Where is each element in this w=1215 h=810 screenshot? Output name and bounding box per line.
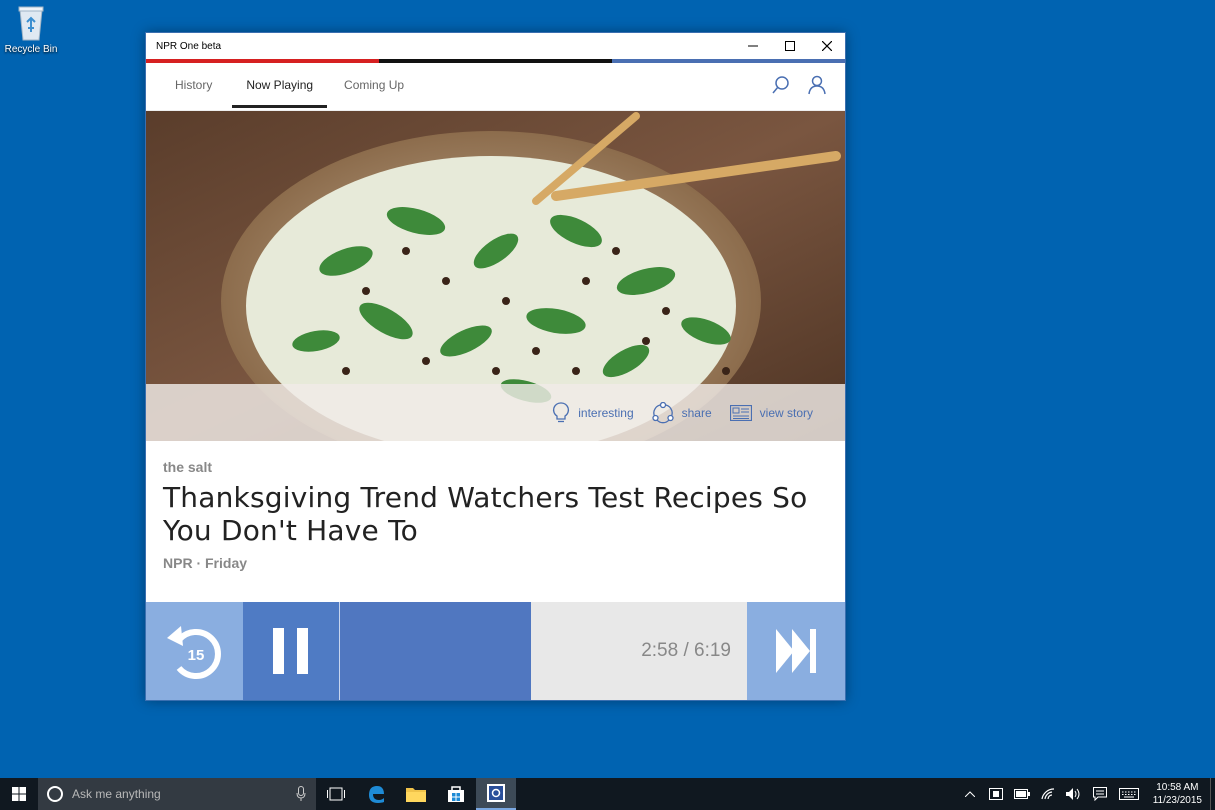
tray-app-button[interactable] xyxy=(983,778,1009,810)
story-image: interesting share view story xyxy=(146,111,845,441)
cortana-icon xyxy=(47,786,63,802)
skip-next-button[interactable] xyxy=(747,602,845,700)
story-info: the salt Thanksgiving Trend Watchers Tes… xyxy=(146,441,845,607)
maximize-icon xyxy=(784,41,795,51)
close-button[interactable] xyxy=(808,33,845,59)
rewind-15-button[interactable]: 15 xyxy=(146,602,243,700)
tab-now-playing[interactable]: Now Playing xyxy=(232,63,327,111)
view-story-label: view story xyxy=(759,405,813,420)
minimize-button[interactable] xyxy=(734,33,771,59)
tab-bar: History Now Playing Coming Up xyxy=(146,63,845,111)
story-action-bar: interesting share view story xyxy=(146,384,845,441)
share-icon xyxy=(651,401,674,423)
keyboard-icon xyxy=(1118,788,1139,800)
share-button[interactable]: share xyxy=(651,401,712,424)
pause-button[interactable] xyxy=(243,602,340,700)
npr-one-window: NPR One beta History Now Playing Coming … xyxy=(145,32,846,701)
skip-forward-icon xyxy=(776,629,816,673)
title-bar: NPR One beta xyxy=(146,33,845,59)
windows-logo-icon xyxy=(12,787,26,801)
chevron-up-icon xyxy=(964,791,975,797)
pause-icon xyxy=(273,628,308,674)
edge-icon xyxy=(369,786,384,803)
clock-time: 10:58 AM xyxy=(1156,782,1199,793)
story-headline: Thanksgiving Trend Watchers Test Recipes… xyxy=(163,481,808,547)
show-hidden-icons-button[interactable] xyxy=(957,778,983,810)
speaker-icon xyxy=(1065,788,1080,800)
progress-fill xyxy=(340,602,531,700)
share-label: share xyxy=(681,405,712,420)
wifi-icon xyxy=(1041,788,1054,800)
view-story-button[interactable]: view story xyxy=(729,404,813,421)
user-account-icon[interactable] xyxy=(807,75,827,95)
rewind-seconds-label: 15 xyxy=(187,647,204,664)
program-name: the salt xyxy=(163,459,213,475)
interesting-label: interesting xyxy=(578,405,634,420)
player-controls: 15 2:58 / 6:19 xyxy=(146,602,845,700)
lightbulb-icon xyxy=(553,401,570,422)
news-article-icon xyxy=(729,404,752,421)
touch-keyboard-button[interactable] xyxy=(1113,778,1145,810)
playback-progress-bar[interactable]: 2:58 / 6:19 xyxy=(340,602,747,700)
npr-one-taskbar-button[interactable] xyxy=(476,778,516,810)
clock[interactable]: 10:58 AM 11/23/2015 xyxy=(1145,781,1210,807)
npr-one-app-icon xyxy=(487,784,505,802)
battery-icon xyxy=(1013,789,1030,799)
action-center-button[interactable] xyxy=(1087,778,1113,810)
power-button[interactable] xyxy=(1009,778,1035,810)
time-display: 2:58 / 6:19 xyxy=(641,640,731,661)
start-button[interactable] xyxy=(0,778,38,810)
cortana-search-box[interactable]: Ask me anything xyxy=(38,778,316,810)
store-bag-icon xyxy=(448,786,464,802)
show-desktop-button[interactable] xyxy=(1210,778,1215,810)
clock-date: 11/23/2015 xyxy=(1152,795,1202,806)
volume-button[interactable] xyxy=(1061,778,1087,810)
recycle-bin-icon xyxy=(15,4,47,42)
taskbar: Ask me anything 10:58 AM 11/23/2015 xyxy=(0,778,1215,810)
window-title: NPR One beta xyxy=(156,40,222,52)
network-button[interactable] xyxy=(1035,778,1061,810)
tray-app-icon xyxy=(988,788,1003,800)
edge-browser-button[interactable] xyxy=(356,778,396,810)
interesting-button[interactable]: interesting xyxy=(552,401,634,424)
microphone-icon[interactable] xyxy=(296,786,306,802)
story-meta: NPR · Friday xyxy=(163,555,248,571)
recycle-bin-shortcut[interactable]: Recycle Bin xyxy=(4,4,58,55)
notification-icon xyxy=(1092,787,1107,801)
store-button[interactable] xyxy=(436,778,476,810)
search-placeholder: Ask me anything xyxy=(72,787,161,801)
minimize-icon xyxy=(747,45,758,47)
file-explorer-button[interactable] xyxy=(396,778,436,810)
search-icon[interactable] xyxy=(771,75,791,95)
maximize-button[interactable] xyxy=(771,33,808,59)
tab-history[interactable]: History xyxy=(161,63,226,111)
recycle-bin-label: Recycle Bin xyxy=(4,44,58,55)
folder-icon xyxy=(406,788,426,802)
close-icon xyxy=(821,41,832,51)
task-view-button[interactable] xyxy=(316,778,356,810)
task-view-icon xyxy=(327,787,345,801)
system-tray: 10:58 AM 11/23/2015 xyxy=(957,778,1215,810)
tab-coming-up[interactable]: Coming Up xyxy=(330,63,418,111)
rewind-15-icon: 15 xyxy=(166,626,221,679)
